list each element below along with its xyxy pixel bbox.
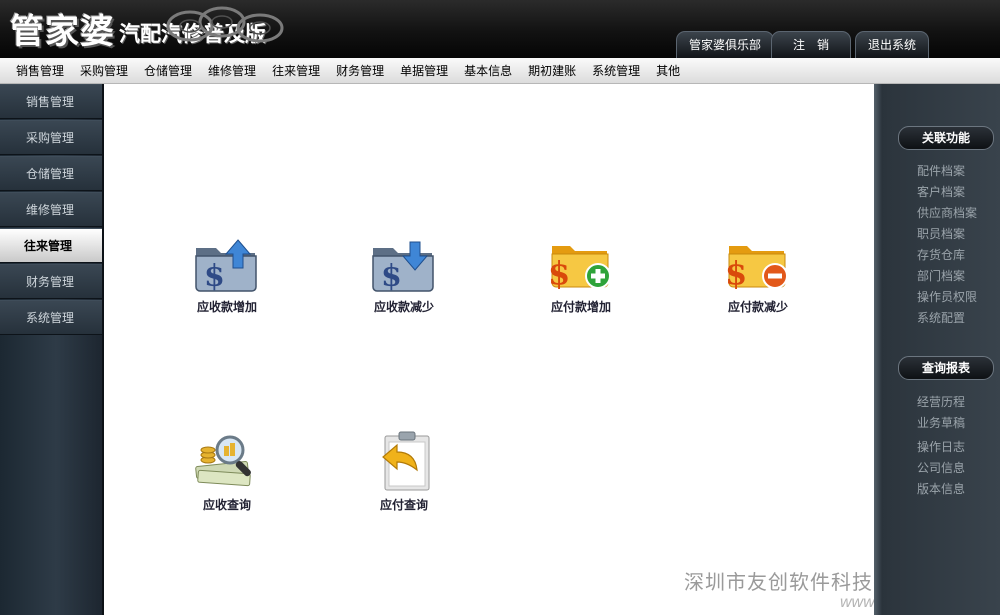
logo-main-text: 管家婆 xyxy=(10,12,115,52)
section-query-reports-title: 查询报表 xyxy=(898,356,994,380)
payable-increase-icon: $ xyxy=(548,246,611,292)
tile-payable-query[interactable]: 应付查询 xyxy=(344,430,464,513)
menu-system[interactable]: 系统管理 xyxy=(592,62,640,79)
link-department-file[interactable]: 部门档案 xyxy=(917,267,965,284)
menu-finance[interactable]: 财务管理 xyxy=(336,62,384,79)
exit-system-button[interactable]: 退出系统 xyxy=(855,31,930,58)
sidebar-item-system[interactable]: 系统管理 xyxy=(0,300,102,335)
logout-button[interactable]: 注 销 xyxy=(771,31,851,58)
tile-label: 应付款增加 xyxy=(550,300,611,314)
club-button[interactable]: 管家婆俱乐部 xyxy=(676,31,775,58)
menu-documents[interactable]: 单据管理 xyxy=(400,62,448,79)
link-customer-file[interactable]: 客户档案 xyxy=(917,183,965,200)
link-stock-warehouse[interactable]: 存货仓库 xyxy=(917,246,965,263)
tile-label: 应付查询 xyxy=(379,498,428,512)
svg-text:$: $ xyxy=(548,254,570,292)
tile-receivable-query[interactable]: 应收查询 xyxy=(167,430,287,513)
tile-receivable-increase[interactable]: $ 应收款增加 xyxy=(167,234,287,315)
main-panel: $ 应收款增加 $ 应收款减少 $ 应付款增加 $ 应付款减少 应收查询 应付查… xyxy=(104,84,874,615)
app-header: 管家婆 汽配汽修普及版 管家婆俱乐部 注 销 退出系统 xyxy=(0,0,1000,58)
sidebar-item-purchase[interactable]: 采购管理 xyxy=(0,120,102,155)
link-parts-file[interactable]: 配件档案 xyxy=(917,162,965,179)
receivable-increase-icon: $ xyxy=(195,239,257,294)
link-operation-log[interactable]: 操作日志 xyxy=(917,438,965,455)
link-operator-permissions[interactable]: 操作员权限 xyxy=(917,288,977,305)
tile-payable-decrease[interactable]: $ 应付款减少 xyxy=(698,234,818,315)
tile-label: 应收查询 xyxy=(202,498,251,512)
svg-text:$: $ xyxy=(381,259,402,294)
link-business-history[interactable]: 经营历程 xyxy=(917,393,965,410)
link-business-drafts[interactable]: 业务草稿 xyxy=(917,414,965,431)
menu-purchase[interactable]: 采购管理 xyxy=(80,62,128,79)
payable-query-icon xyxy=(382,431,430,491)
section-related-functions-title: 关联功能 xyxy=(898,126,994,150)
menu-basic-info[interactable]: 基本信息 xyxy=(464,62,512,79)
tile-payable-increase[interactable]: $ 应付款增加 xyxy=(521,234,641,315)
svg-text:$: $ xyxy=(725,254,747,292)
sidebar-item-sales[interactable]: 销售管理 xyxy=(0,84,102,119)
sidebar-item-repair[interactable]: 维修管理 xyxy=(0,192,102,227)
svg-text:$: $ xyxy=(204,259,225,294)
menu-repair[interactable]: 维修管理 xyxy=(208,62,256,79)
receivable-decrease-icon: $ xyxy=(372,241,434,294)
menu-warehouse[interactable]: 仓储管理 xyxy=(144,62,192,79)
left-sidebar: 销售管理 采购管理 仓储管理 维修管理 往来管理 财务管理 系统管理 xyxy=(0,84,104,615)
link-version-info[interactable]: 版本信息 xyxy=(917,480,965,497)
sidebar-item-warehouse[interactable]: 仓储管理 xyxy=(0,156,102,191)
payable-decrease-icon: $ xyxy=(725,246,788,292)
tile-label: 应收款增加 xyxy=(196,300,257,314)
menu-other[interactable]: 其他 xyxy=(656,62,680,79)
receivable-query-icon xyxy=(195,435,251,487)
link-staff-file[interactable]: 职员档案 xyxy=(917,225,965,242)
tile-label: 应收款减少 xyxy=(373,300,434,314)
menu-accounts[interactable]: 往来管理 xyxy=(272,62,320,79)
menu-opening[interactable]: 期初建账 xyxy=(528,62,576,79)
right-sidebar: 关联功能 配件档案 客户档案 供应商档案 职员档案 存货仓库 部门档案 操作员权… xyxy=(874,84,1000,615)
tire-decoration-icon xyxy=(166,6,284,43)
menu-bar: 销售管理 采购管理 仓储管理 维修管理 往来管理 财务管理 单据管理 基本信息 … xyxy=(0,58,1000,84)
sidebar-item-accounts[interactable]: 往来管理 xyxy=(0,228,102,263)
link-company-info[interactable]: 公司信息 xyxy=(917,459,965,476)
tile-receivable-decrease[interactable]: $ 应收款减少 xyxy=(344,234,464,315)
sidebar-item-finance[interactable]: 财务管理 xyxy=(0,264,102,299)
link-system-config[interactable]: 系统配置 xyxy=(917,309,965,326)
link-supplier-file[interactable]: 供应商档案 xyxy=(917,204,977,221)
tile-label: 应付款减少 xyxy=(727,300,788,314)
menu-sales[interactable]: 销售管理 xyxy=(16,62,64,79)
